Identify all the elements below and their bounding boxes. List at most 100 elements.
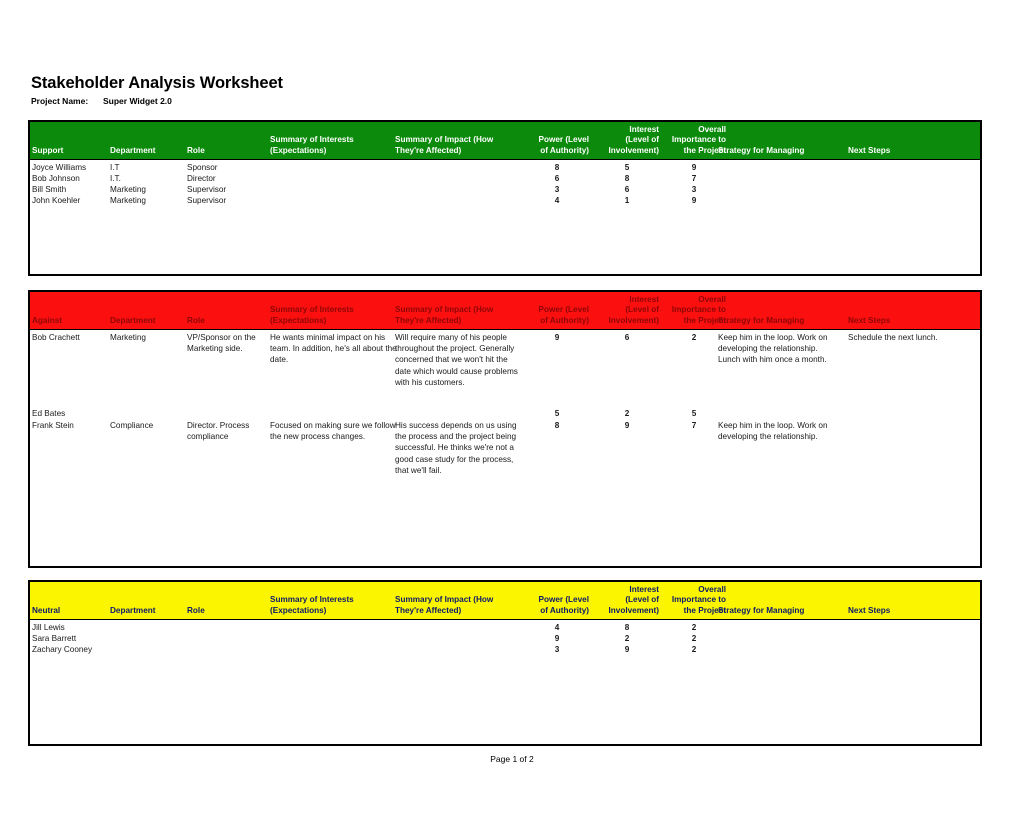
section-neutral-header: Neutral Department Role Summary of Interest… — [30, 582, 980, 620]
header-summary-of-interests: Summary of Interests (Expectations) — [270, 305, 354, 325]
cell-power: 4 — [554, 623, 560, 632]
worksheet-page: Stakeholder Analysis Worksheet Project N… — [0, 0, 1024, 819]
cell-summary-of-interests: He wants minimal impact on his team. In … — [270, 333, 397, 365]
cell-overall-importance: 2 — [691, 645, 697, 654]
cell-power: 3 — [554, 645, 560, 654]
header-overall-importance: Overall Importance to the Project — [671, 584, 726, 615]
section-against-header: Against Department Role Summary of Interest… — [30, 292, 980, 330]
cell-role: Director — [187, 174, 216, 183]
header-category: Support — [32, 145, 64, 155]
cell-interest: 2 — [624, 409, 630, 418]
header-summary-of-impact: Summary of Impact (How They're Affected) — [395, 305, 494, 325]
project-name-value: Super Widget 2.0 — [103, 96, 172, 106]
cell-power: 9 — [554, 333, 560, 342]
cell-interest: 9 — [624, 421, 630, 430]
cell-overall-importance: 7 — [691, 421, 697, 430]
cell-power: 3 — [554, 185, 560, 194]
cell-stakeholder-name: Jill Lewis — [32, 623, 65, 632]
cell-power: 8 — [554, 163, 560, 172]
cell-interest: 1 — [624, 196, 630, 205]
cell-summary-of-interests: Focused on making sure we follow the new… — [270, 421, 396, 442]
cell-power: 8 — [554, 421, 560, 430]
header-strategy: Strategy for Managing — [718, 605, 805, 615]
section-support-header: Support Department Role Summary of Interest… — [30, 122, 980, 160]
cell-role: Supervisor — [187, 196, 227, 205]
cell-department: Marketing — [110, 185, 146, 194]
header-department: Department — [110, 315, 156, 325]
header-role: Role — [187, 605, 205, 615]
header-power: Power (Level of Authority) — [538, 305, 589, 325]
cell-role: Supervisor — [187, 185, 227, 194]
header-power: Power (Level of Authority) — [538, 595, 589, 615]
header-department: Department — [110, 605, 156, 615]
cell-stakeholder-name: Bob Johnson — [32, 174, 80, 183]
cell-overall-importance: 3 — [691, 185, 697, 194]
cell-overall-importance: 2 — [691, 634, 697, 643]
header-overall-importance: Overall Importance to the Project — [671, 294, 726, 325]
cell-role: Sponsor — [187, 163, 218, 172]
cell-interest: 9 — [624, 645, 630, 654]
header-summary-of-interests: Summary of Interests (Expectations) — [270, 595, 354, 615]
cell-overall-importance: 9 — [691, 163, 697, 172]
cell-power: 4 — [554, 196, 560, 205]
header-summary-of-interests: Summary of Interests (Expectations) — [270, 135, 354, 155]
header-strategy: Strategy for Managing — [718, 315, 805, 325]
project-name-line: Project Name: Super Widget 2.0 — [31, 96, 172, 106]
header-summary-of-impact: Summary of Impact (How They're Affected) — [395, 595, 494, 615]
cell-stakeholder-name: Zachary Cooney — [32, 645, 93, 654]
cell-department: Compliance — [110, 421, 154, 430]
cell-stakeholder-name: Joyce Williams — [32, 163, 87, 172]
cell-department: Marketing — [110, 196, 146, 205]
header-overall-importance: Overall Importance to the Project — [671, 124, 726, 155]
cell-role: VP/Sponsor on the Marketing side. — [187, 333, 256, 354]
header-strategy: Strategy for Managing — [718, 145, 805, 155]
cell-overall-importance: 5 — [691, 409, 697, 418]
header-next-steps: Next Steps — [848, 605, 891, 615]
cell-stakeholder-name: Bill Smith — [32, 185, 67, 194]
cell-stakeholder-name: Frank Stein — [32, 421, 74, 430]
header-category: Neutral — [32, 605, 61, 615]
header-interest: Interest (Level of Involvement) — [608, 294, 659, 325]
header-summary-of-impact: Summary of Impact (How They're Affected) — [395, 135, 494, 155]
cell-interest: 5 — [624, 163, 630, 172]
cell-interest: 2 — [624, 634, 630, 643]
cell-overall-importance: 9 — [691, 196, 697, 205]
cell-power: 6 — [554, 174, 560, 183]
cell-stakeholder-name: Sara Barrett — [32, 634, 77, 643]
cell-department: I.T — [110, 163, 120, 172]
cell-summary-of-impact: Will require many of his people througho… — [395, 333, 518, 387]
cell-interest: 8 — [624, 623, 630, 632]
cell-next-steps: Schedule the next lunch. — [848, 333, 938, 342]
cell-interest: 8 — [624, 174, 630, 183]
header-department: Department — [110, 145, 156, 155]
page-footer: Page 1 of 2 — [490, 754, 534, 764]
cell-strategy: Keep him in the loop. Work on developing… — [718, 333, 828, 365]
cell-overall-importance: 7 — [691, 174, 697, 183]
cell-overall-importance: 2 — [691, 333, 697, 342]
cell-department: Marketing — [110, 333, 146, 342]
cell-overall-importance: 2 — [691, 623, 697, 632]
cell-stakeholder-name: Ed Bates — [32, 409, 66, 418]
cell-interest: 6 — [624, 185, 630, 194]
cell-strategy: Keep him in the loop. Work on developing… — [718, 421, 828, 442]
header-interest: Interest (Level of Involvement) — [608, 124, 659, 155]
header-role: Role — [187, 315, 205, 325]
header-role: Role — [187, 145, 205, 155]
section-against: Against Department Role Summary of Interest… — [28, 290, 982, 568]
section-support: Support Department Role Summary of Interest… — [28, 120, 982, 276]
project-name-label: Project Name: — [31, 96, 89, 106]
page-title: Stakeholder Analysis Worksheet — [31, 74, 283, 92]
header-next-steps: Next Steps — [848, 315, 891, 325]
cell-stakeholder-name: John Koehler — [32, 196, 81, 205]
cell-power: 9 — [554, 634, 560, 643]
cell-stakeholder-name: Bob Crachett — [32, 333, 80, 342]
header-interest: Interest (Level of Involvement) — [608, 584, 659, 615]
cell-interest: 6 — [624, 333, 630, 342]
header-next-steps: Next Steps — [848, 145, 891, 155]
section-neutral: Neutral Department Role Summary of Interest… — [28, 580, 982, 746]
header-power: Power (Level of Authority) — [538, 135, 589, 155]
header-category: Against — [32, 315, 63, 325]
cell-department: I.T. — [110, 174, 121, 183]
cell-power: 5 — [554, 409, 560, 418]
cell-role: Director. Process compliance — [187, 421, 250, 442]
